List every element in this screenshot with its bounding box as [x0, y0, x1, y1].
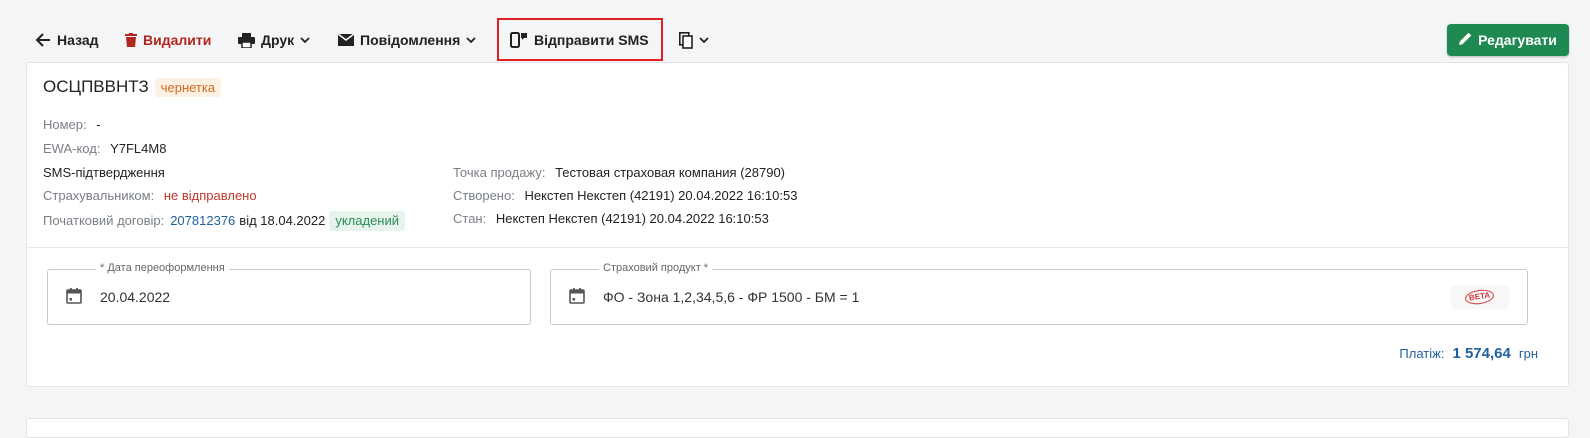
- created-row: Створено: Некстеп Некстеп (42191) 20.04.…: [453, 188, 797, 204]
- chevron-down-icon: [300, 36, 310, 44]
- divider: [27, 247, 1568, 248]
- insurance-product-label: Страховий продукт *: [599, 262, 713, 274]
- initial-contract-status-badge: укладений: [329, 211, 406, 231]
- messages-label: Повідомлення: [360, 32, 461, 48]
- copy-icon: [679, 31, 693, 49]
- ewa-row: EWA-код: Y7FL4M8: [43, 141, 166, 157]
- print-button[interactable]: Друк: [238, 28, 310, 52]
- payment-amount: 1 574,64: [1452, 345, 1511, 362]
- point-of-sale-label: Точка продажу:: [453, 165, 546, 180]
- trash-icon: [125, 33, 137, 47]
- reissue-date-field[interactable]: * Дата переоформлення 20.04.2022: [47, 262, 531, 325]
- point-of-sale-value: Тестовая страховая компания (28790): [555, 165, 786, 180]
- printer-icon: [238, 32, 255, 48]
- calendar-icon[interactable]: [66, 288, 82, 309]
- insurer-value: не відправлено: [163, 188, 257, 203]
- phone-sms-icon: [510, 32, 528, 48]
- edit-label: Редагувати: [1478, 32, 1557, 48]
- created-value: Некстеп Некстеп (42191) 20.04.2022 16:10…: [524, 188, 798, 203]
- state-row: Стан: Некстеп Некстеп (42191) 20.04.2022…: [453, 211, 769, 227]
- copy-button[interactable]: [679, 28, 709, 52]
- send-sms-button[interactable]: Відправити SMS: [510, 28, 649, 52]
- initial-contract-link[interactable]: 207812376: [170, 213, 235, 229]
- beta-stamp-icon: BETA: [1464, 288, 1496, 306]
- toolbar: Назад Видалити Друк Повідомлення Відправ…: [0, 18, 1590, 62]
- reissue-date-value: 20.04.2022: [100, 289, 171, 305]
- payment-label: Платіж:: [1399, 346, 1445, 361]
- next-section-card: [26, 418, 1569, 438]
- arrow-left-icon: [36, 33, 51, 47]
- initial-contract-date: від 18.04.2022: [239, 213, 326, 228]
- initial-contract-row: Початковий договір: 207812376 від 18.04.…: [43, 211, 406, 231]
- document-card: ОСЦПВВНТЗ чернетка Номер: - EWA-код: Y7F…: [26, 62, 1569, 387]
- number-label: Номер:: [43, 117, 87, 132]
- chevron-down-icon: [699, 36, 709, 44]
- ewa-value: Y7FL4M8: [110, 141, 167, 156]
- payment-summary: Платіж: 1 574,64 грн: [1399, 345, 1538, 362]
- back-button[interactable]: Назад: [36, 28, 99, 52]
- document-title: ОСЦПВВНТЗ: [43, 77, 149, 96]
- pencil-icon: [1459, 32, 1472, 48]
- state-label: Стан:: [453, 211, 487, 226]
- send-sms-label: Відправити SMS: [534, 32, 649, 48]
- number-row: Номер: -: [43, 117, 101, 133]
- payment-currency: грн: [1518, 346, 1538, 361]
- delete-label: Видалити: [143, 32, 212, 48]
- ewa-label: EWA-код:: [43, 141, 101, 156]
- initial-contract-label: Початковий договір:: [43, 213, 165, 228]
- created-label: Створено:: [453, 188, 515, 203]
- reissue-date-label: * Дата переоформлення: [96, 262, 229, 274]
- messages-button[interactable]: Повідомлення: [338, 28, 476, 52]
- point-of-sale-row: Точка продажу: Тестовая страховая компан…: [453, 165, 785, 181]
- sms-heading: SMS-підтвердження: [43, 165, 165, 180]
- delete-button[interactable]: Видалити: [125, 28, 211, 52]
- insurance-product-field[interactable]: Страховий продукт * ФО - Зона 1,2,34,5,6…: [550, 262, 1528, 325]
- beta-badge: BETA: [1451, 285, 1509, 309]
- envelope-icon: [338, 34, 354, 46]
- edit-button[interactable]: Редагувати: [1447, 24, 1569, 56]
- chevron-down-icon: [466, 36, 476, 44]
- state-value: Некстеп Некстеп (42191) 20.04.2022 16:10…: [495, 211, 769, 226]
- insurance-product-value: ФО - Зона 1,2,34,5,6 - ФР 1500 - БМ = 1: [603, 289, 860, 305]
- status-badge: чернетка: [154, 77, 222, 97]
- insurer-row: Страхувальником: не відправлено: [43, 188, 257, 204]
- number-value: -: [96, 117, 101, 132]
- print-label: Друк: [261, 32, 295, 48]
- back-label: Назад: [57, 32, 99, 48]
- document-title-row: ОСЦПВВНТЗ чернетка: [43, 77, 222, 97]
- calendar-icon: [569, 288, 585, 309]
- insurer-label: Страхувальником:: [43, 188, 155, 203]
